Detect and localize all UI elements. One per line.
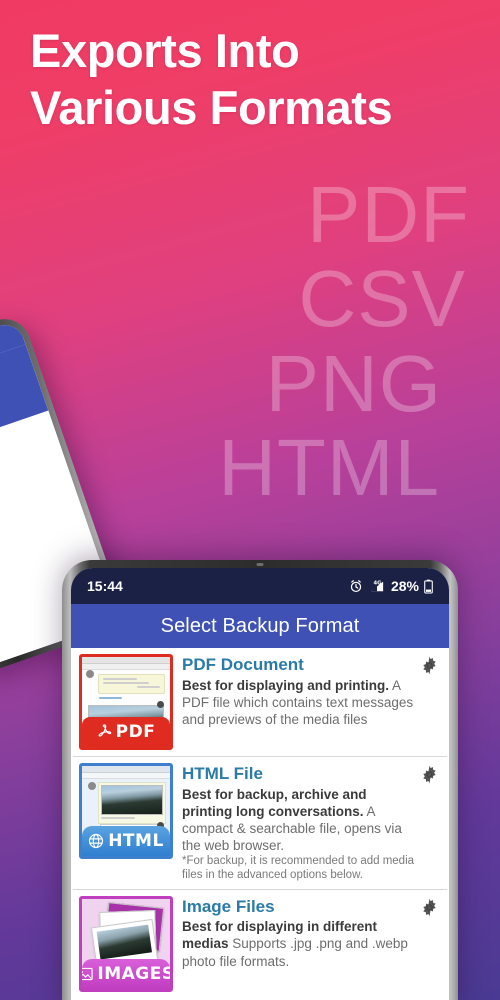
html-description-bold: Best for backup, archive and printing lo… [182,786,367,819]
html-description: Best for backup, archive and printing lo… [182,786,417,855]
images-preview-thumbnail: IMAGES [79,895,173,992]
images-title: Image Files [182,896,275,916]
html-banner: HTML [82,826,170,856]
format-watermark-list: PDF CSV PNG HTML [70,170,470,514]
html-banner-label: HTML [108,831,164,851]
foreground-phone-mockup: 15:44 4G 28% Select Backup Format PDF PD… [62,560,458,1000]
headline-line-2: Various Formats [30,81,393,135]
4g-signal-icon: 4G [368,579,386,593]
watermark-pdf: PDF [307,170,470,259]
pdf-text-block: PDF Document Best for displaying and pri… [182,654,439,728]
battery-icon [424,579,433,594]
html-preview-thumbnail: HTML [79,763,173,859]
pdf-banner: PDF [82,717,170,747]
html-text-block: HTML File Best for backup, archive and p… [182,763,439,883]
pdf-description-bold: Best for displaying and printing. [182,677,390,693]
images-banner: IMAGES [82,958,173,989]
backup-format-list: PDF PDF Document Best for displaying and… [71,648,449,1000]
adobe-acrobat-icon [98,723,111,737]
picture-icon [82,967,94,980]
status-bar-icons: 4G 28% [349,578,433,594]
pdf-banner-label: PDF [115,722,156,742]
headline-line-1: Exports Into [30,24,300,77]
images-text-block: Image Files Best for displaying in diffe… [182,896,439,970]
gear-icon[interactable] [420,765,439,784]
status-bar: 15:44 4G 28% [71,568,449,604]
app-bar-title: Select Backup Format [71,604,449,648]
globe-icon [89,833,104,849]
format-option-pdf[interactable]: PDF PDF Document Best for displaying and… [73,648,447,757]
battery-percent-label: 28% [390,578,419,594]
promo-headline: Exports Into Various Formats [30,22,480,137]
gear-icon[interactable] [420,656,439,675]
images-banner-label: IMAGES [97,963,173,984]
foreground-phone-screen: 15:44 4G 28% Select Backup Format PDF PD… [71,568,449,1000]
status-bar-time: 15:44 [87,578,123,594]
alarm-clock-icon [349,579,363,593]
format-option-html[interactable]: HTML HTML File Best for backup, archive … [73,757,447,890]
images-description: Best for displaying in different medias … [182,918,417,969]
html-note: *For backup, it is recommended to add me… [182,855,415,881]
format-option-images[interactable]: IMAGES Image Files Best for displaying i… [73,890,447,998]
pdf-description: Best for displaying and printing. A PDF … [182,677,417,728]
pdf-title: PDF Document [182,655,304,674]
html-title: HTML File [182,764,263,783]
pdf-preview-thumbnail: PDF [79,654,173,750]
watermark-png: PNG [265,338,442,428]
watermark-html: HTML [218,423,440,513]
phone-camera-notch [256,563,264,566]
gear-icon[interactable] [420,898,439,917]
watermark-csv: CSV [298,254,466,344]
